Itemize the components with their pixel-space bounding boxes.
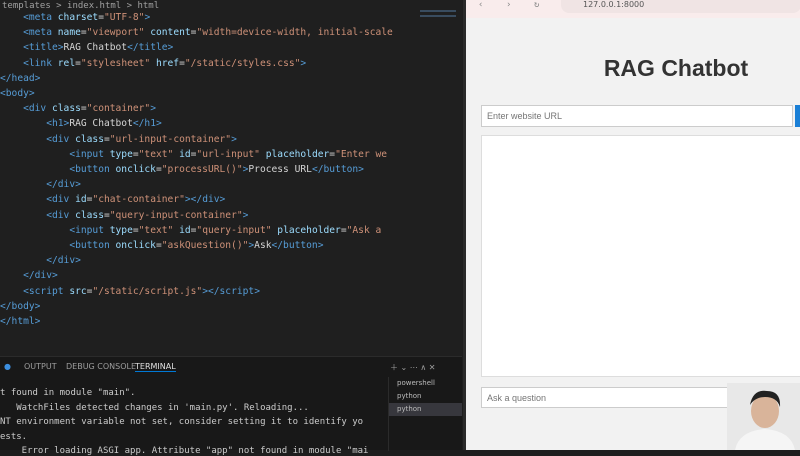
back-icon[interactable]: ‹: [478, 0, 483, 10]
browser-toolbar: ‹ › ↻ 127.0.0.1:8000: [466, 0, 800, 18]
code-line[interactable]: <input type="text" id="url-input" placeh…: [0, 147, 387, 162]
code-line[interactable]: </head>: [0, 71, 40, 86]
url-input[interactable]: [481, 105, 793, 127]
code-line[interactable]: <link rel="stylesheet" href="/static/sty…: [0, 56, 306, 71]
terminal-item[interactable]: powershell: [389, 377, 462, 390]
code-line[interactable]: <button onclick="processURL()">Process U…: [0, 162, 364, 177]
address-bar[interactable]: 127.0.0.1:8000: [561, 0, 800, 13]
code-line[interactable]: </body>: [0, 299, 40, 314]
code-line[interactable]: <div class="query-input-container">: [0, 208, 248, 223]
terminal-line: t found in module "main".: [0, 388, 136, 398]
minimap[interactable]: [420, 10, 456, 30]
code-line[interactable]: <script src="/static/script.js"></script…: [0, 284, 260, 299]
code-line[interactable]: <h1>RAG Chatbot</h1>: [0, 116, 162, 131]
terminal-line: ests.: [0, 431, 28, 442]
code-line[interactable]: <input type="text" id="query-input" plac…: [0, 223, 381, 238]
bottom-panel: ● OUTPUT DEBUG CONSOLE TERMINAL ＋ ⌄ ⋯ ∧ …: [0, 356, 462, 456]
code-line[interactable]: <body>: [0, 86, 35, 101]
terminal-line: Error loading ASGI app. Attribute "app" …: [0, 446, 369, 456]
code-line[interactable]: <title>RAG Chatbot</title>: [0, 40, 173, 55]
code-line[interactable]: </div>: [0, 177, 81, 192]
reload-icon[interactable]: ↻: [534, 0, 539, 10]
code-line[interactable]: </div>: [0, 268, 58, 283]
tab-debug-console[interactable]: DEBUG CONSOLE: [66, 362, 136, 371]
code-line[interactable]: <div class="container">: [0, 101, 156, 116]
tab-output[interactable]: OUTPUT: [24, 362, 57, 371]
code-line[interactable]: <meta charset="UTF-8">: [0, 10, 150, 25]
chat-container: [481, 135, 800, 377]
webcam-overlay: [727, 383, 800, 450]
page-title: RAG Chatbot: [603, 55, 749, 81]
terminal-list: powershell python python: [388, 377, 462, 451]
terminal-line: NT environment variable not set, conside…: [0, 417, 364, 427]
code-line[interactable]: </div>: [0, 253, 81, 268]
code-line[interactable]: </html>: [0, 314, 40, 329]
code-line[interactable]: <button onclick="askQuestion()">Ask</but…: [0, 238, 323, 253]
tab-terminal[interactable]: TERMINAL: [135, 362, 176, 372]
person-image: [735, 390, 795, 450]
terminal-item[interactable]: python: [389, 390, 462, 403]
terminal-line: WatchFiles detected changes in 'main.py'…: [0, 402, 309, 413]
code-line[interactable]: <div class="url-input-container">: [0, 132, 237, 147]
forward-icon[interactable]: ›: [506, 0, 511, 10]
new-terminal-icon[interactable]: ＋ ⌄ ⋯ ∧ ✕: [390, 362, 435, 373]
terminal-item[interactable]: python: [389, 403, 462, 416]
code-line[interactable]: <meta name="viewport" content="width=dev…: [0, 25, 393, 40]
process-url-button[interactable]: [795, 105, 800, 127]
code-line[interactable]: <div id="chat-container"></div>: [0, 192, 225, 207]
code-editor[interactable]: templates > index.html > html <meta char…: [0, 0, 462, 356]
terminal-icon: ●: [4, 362, 11, 371]
